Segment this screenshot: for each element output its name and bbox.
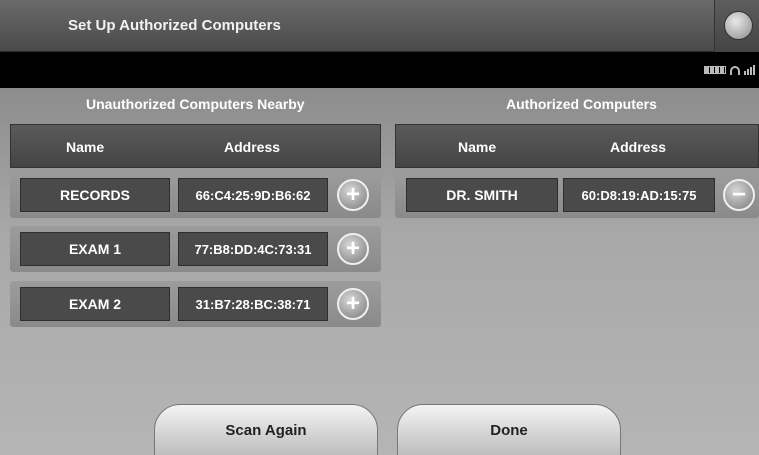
add-computer-button[interactable]: + (337, 288, 369, 320)
battery-icon (704, 66, 726, 74)
computer-name: EXAM 1 (20, 232, 170, 266)
minus-icon: − (731, 181, 746, 208)
done-button[interactable]: Done (397, 404, 621, 455)
title-bar-button[interactable] (714, 0, 759, 52)
globe-icon (724, 11, 753, 40)
wifi-icon (730, 65, 740, 75)
unauthorized-name-column: Name (66, 139, 105, 155)
add-computer-button[interactable]: + (337, 179, 369, 211)
window-title: Set Up Authorized Computers (68, 17, 281, 34)
computer-address: 60:D8:19:AD:15:75 (563, 178, 715, 212)
title-bar: Set Up Authorized Computers (0, 0, 759, 52)
computer-address: 66:C4:25:9D:B6:62 (178, 178, 328, 212)
authorized-column-header (395, 124, 759, 168)
computer-name: EXAM 2 (20, 287, 170, 321)
scan-again-button[interactable]: Scan Again (154, 404, 378, 455)
authorized-name-column: Name (458, 139, 497, 155)
remove-computer-button[interactable]: − (723, 179, 755, 211)
computer-name: RECORDS (20, 178, 170, 212)
computer-address: 31:B7:28:BC:38:71 (178, 287, 328, 321)
authorized-address-column: Address (610, 139, 667, 155)
plus-icon: + (345, 235, 360, 262)
unauthorized-header: Unauthorized Computers Nearby (86, 96, 305, 112)
plus-icon: + (345, 181, 360, 208)
authorized-header: Authorized Computers (506, 96, 657, 112)
plus-icon: + (345, 290, 360, 317)
computer-name: DR. SMITH (406, 178, 558, 212)
unauthorized-address-column: Address (224, 139, 281, 155)
status-bar (0, 52, 759, 88)
computer-address: 77:B8:DD:4C:73:31 (178, 232, 328, 266)
signal-icon (744, 65, 755, 75)
add-computer-button[interactable]: + (337, 233, 369, 265)
